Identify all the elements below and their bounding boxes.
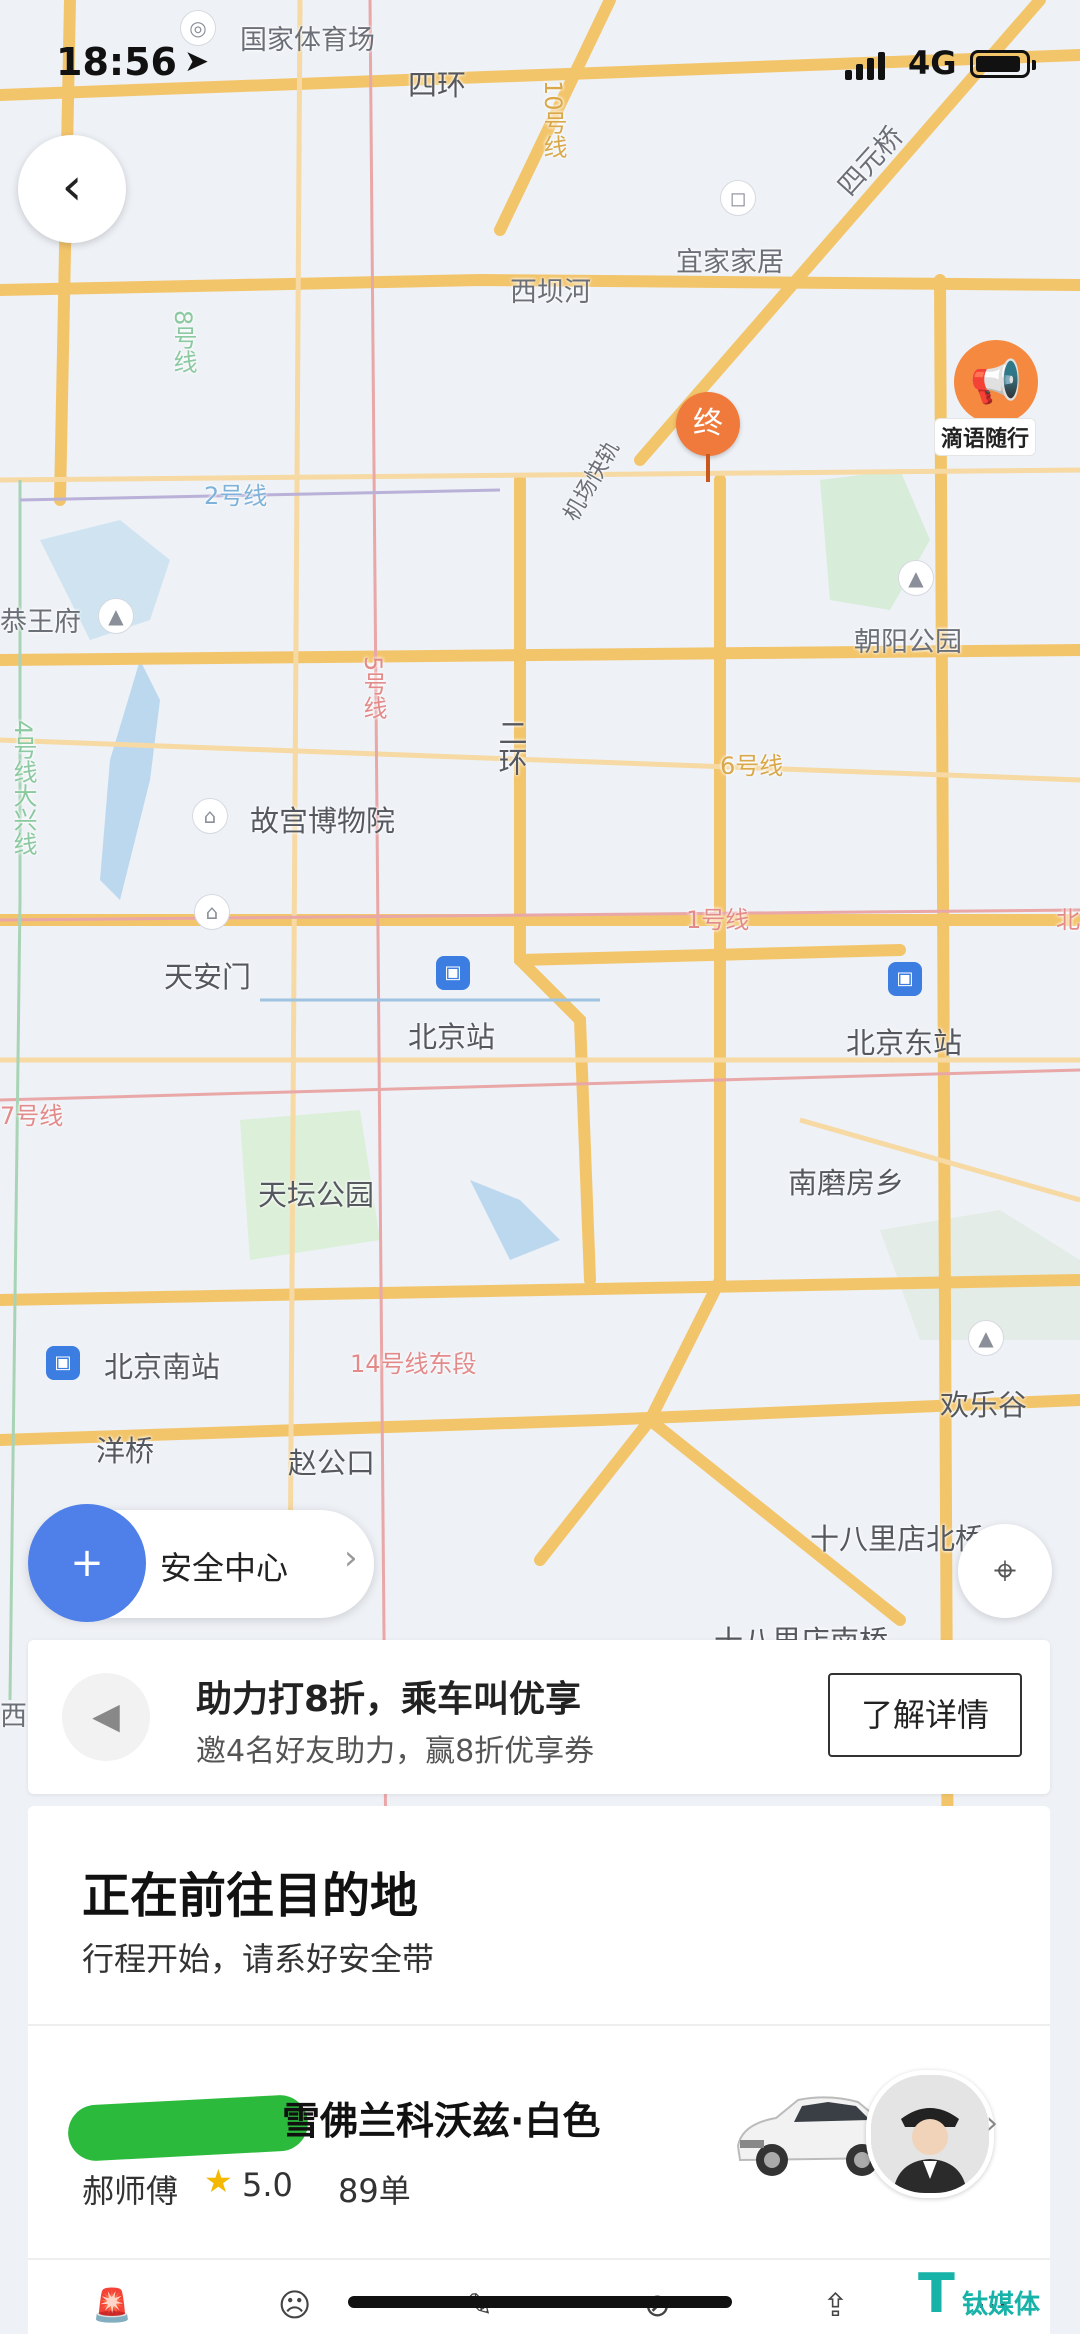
map-label-tiananmen: 天安门 xyxy=(164,960,252,994)
home-indicator[interactable] xyxy=(348,2296,732,2308)
driver-orders: 89单 xyxy=(338,2172,411,2210)
safety-center-button[interactable]: + 安全中心 › xyxy=(28,1504,374,1622)
alarm-icon[interactable]: 🚨 xyxy=(92,2286,132,2324)
watermark-logo: T 钛媒体 xyxy=(918,2262,1068,2325)
train-station-icon: ▣ xyxy=(46,1346,80,1380)
voice-companion-badge[interactable]: 📢 滴语随行 xyxy=(934,340,1052,456)
map-label-east-edge: 北 xyxy=(1056,906,1080,934)
divider xyxy=(28,2258,1050,2260)
map-label-line8: 8号线 xyxy=(169,310,197,374)
driver-name: 郝师傅 xyxy=(82,2172,179,2210)
park-poi-icon: ▲ xyxy=(968,1320,1004,1356)
trip-heading: 正在前往目的地 xyxy=(82,1868,419,1924)
locate-button[interactable]: ⌖ xyxy=(958,1524,1052,1618)
back-button[interactable]: ‹ xyxy=(18,135,126,243)
map-label-nanmofang: 南磨房乡 xyxy=(788,1166,905,1200)
chevron-right-icon: › xyxy=(344,1538,358,1578)
megaphone-icon: 📢 xyxy=(954,340,1038,424)
map-label-line1: 1号线 xyxy=(686,906,750,934)
promo-banner[interactable]: ◀ 助力打8折，乘车叫优享 邀4名好友助力，赢8折优享券 了解详情 xyxy=(28,1640,1050,1794)
status-bar: 18:56 ➤ 4G xyxy=(0,0,1080,130)
map-label-line6: 6号线 xyxy=(720,752,784,780)
map-label-line5: 5号线 xyxy=(359,656,387,720)
location-arrow-icon: ➤ xyxy=(184,44,210,79)
star-icon: ★ xyxy=(204,2162,233,2200)
map-label-line7: 7号线 xyxy=(0,1102,64,1130)
shield-plus-icon: + xyxy=(28,1504,146,1622)
map-label-shibalidian-north: 十八里店北桥 xyxy=(810,1522,985,1556)
park-poi-icon: ▲ xyxy=(98,598,134,634)
trip-subheading: 行程开始，请系好安全带 xyxy=(82,1940,435,1978)
train-station-icon: ▣ xyxy=(888,962,922,996)
signal-icon xyxy=(845,52,889,80)
map-label-line2: 2号线 xyxy=(204,482,268,510)
learn-more-button[interactable]: 了解详情 xyxy=(828,1673,1022,1757)
sad-face-icon[interactable]: ☹ xyxy=(278,2286,311,2324)
map-label-temple-of-heaven: 天坛公园 xyxy=(258,1178,375,1212)
promo-subtitle: 邀4名好友助力，赢8折优享券 xyxy=(196,1734,595,1769)
driver-avatar[interactable] xyxy=(866,2070,994,2198)
map-label-beijing-station: 北京站 xyxy=(408,1020,496,1054)
license-plate-redaction xyxy=(66,2093,310,2163)
end-marker-label: 终 xyxy=(676,392,740,456)
watermark-text: 钛媒体 xyxy=(962,2290,1041,2320)
train-station-icon: ▣ xyxy=(436,956,470,990)
divider xyxy=(28,2024,1050,2026)
park-poi-icon: ▲ xyxy=(898,560,934,596)
safety-center-label: 安全中心 xyxy=(160,1549,289,1587)
marker-stem xyxy=(706,454,710,482)
car-model: 雪佛兰科沃兹·白色 xyxy=(282,2099,601,2143)
network-type: 4G xyxy=(908,44,957,82)
map-label-ring2: 二环 xyxy=(494,718,528,776)
map-label-gongwangfu: 恭王府 xyxy=(0,607,81,638)
map-label-zhaogongkou: 赵公口 xyxy=(288,1446,376,1480)
trip-status-card: 正在前往目的地 行程开始，请系好安全带 雪佛兰科沃兹·白色 郝师傅 ★ 5.0 … xyxy=(28,1806,1050,2334)
map-label-yangqiao: 洋桥 xyxy=(96,1434,155,1468)
museum-poi-icon: ⌂ xyxy=(192,798,228,834)
voice-badge-label: 滴语随行 xyxy=(934,418,1037,456)
driver-rating: 5.0 xyxy=(242,2166,293,2204)
store-poi-icon: ◻ xyxy=(720,180,756,216)
map-label-line4: 4号线大兴线 xyxy=(9,720,37,856)
map-label-ikea: 宜家家居 xyxy=(676,247,784,278)
map-label-beijing-south: 北京南站 xyxy=(104,1350,221,1384)
map-label-happy-valley: 欢乐谷 xyxy=(940,1388,1028,1422)
map-label-line14: 14号线东段 xyxy=(350,1350,477,1378)
battery-icon xyxy=(970,50,1036,78)
share-icon[interactable]: ⇪ xyxy=(822,2286,849,2324)
map-label-chaoyang-park: 朝阳公园 xyxy=(854,627,962,658)
map-label-beijing-east: 北京东站 xyxy=(846,1026,963,1060)
megaphone-icon: ◀ xyxy=(62,1673,150,1761)
map-label-xi: 西 xyxy=(0,1701,27,1732)
tiananmen-poi-icon: ⌂ xyxy=(194,894,230,930)
map-label-palace-museum: 故宫博物院 xyxy=(250,804,396,838)
destination-marker[interactable]: 终 xyxy=(676,392,746,488)
chevron-right-icon: › xyxy=(986,2106,998,2141)
status-time: 18:56 xyxy=(56,40,177,84)
map-label-xibahe: 西坝河 xyxy=(510,277,591,308)
watermark-letter: T xyxy=(918,2262,955,2325)
promo-title: 助力打8折，乘车叫优享 xyxy=(196,1679,582,1720)
